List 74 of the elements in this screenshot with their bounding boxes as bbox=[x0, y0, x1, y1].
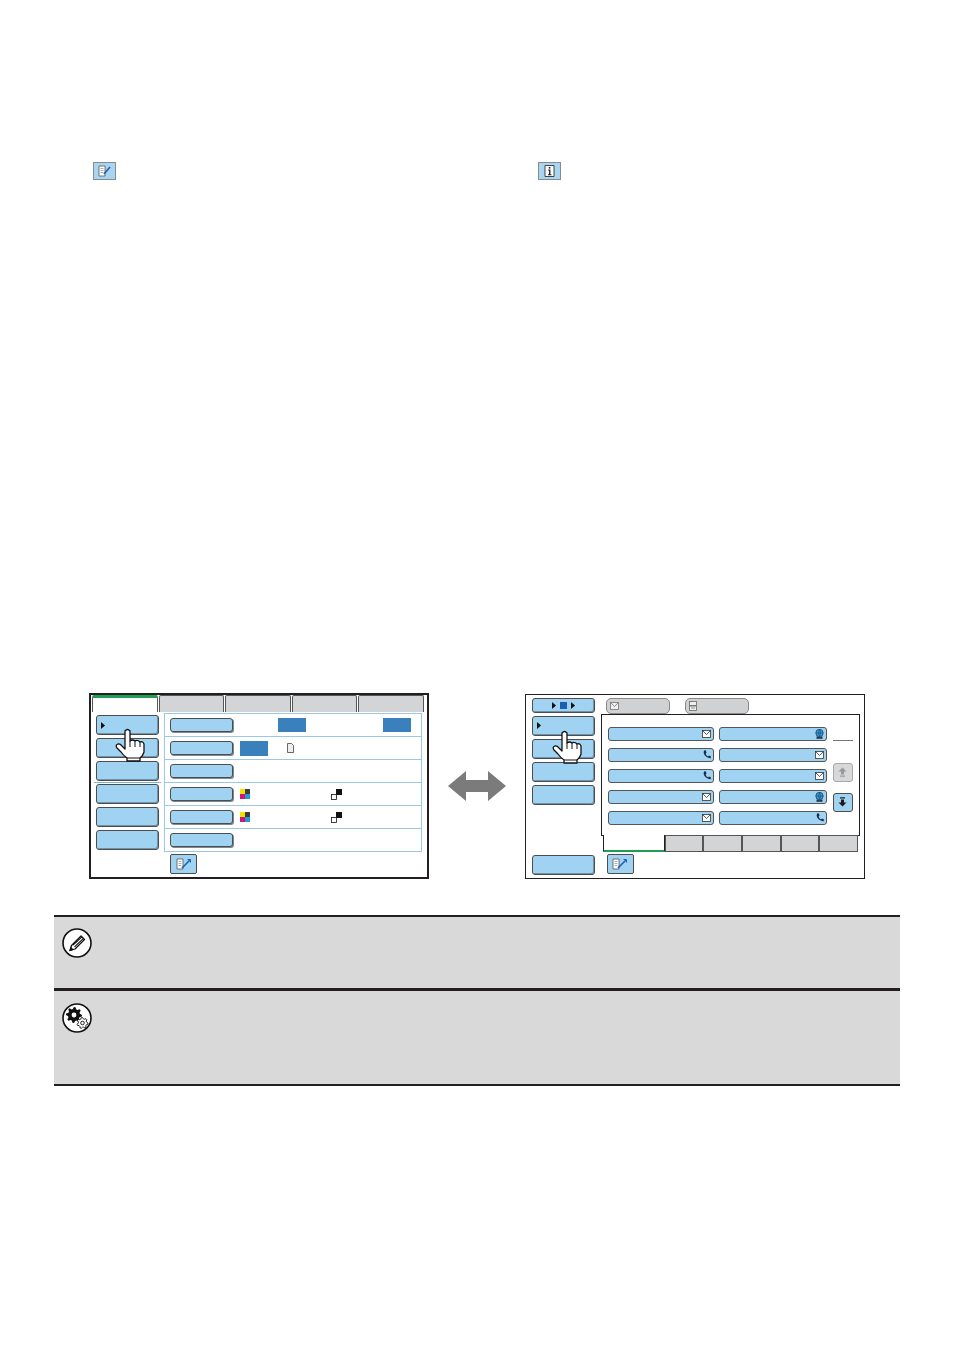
tab[interactable] bbox=[664, 834, 704, 852]
menu-button[interactable] bbox=[532, 761, 595, 782]
document-pen-icon bbox=[174, 857, 193, 871]
setting-button[interactable] bbox=[170, 810, 233, 824]
setting-button[interactable] bbox=[170, 741, 233, 755]
tab[interactable] bbox=[742, 834, 781, 852]
tab[interactable] bbox=[92, 695, 158, 712]
arrow-up-icon bbox=[838, 767, 848, 777]
mode-tab[interactable] bbox=[605, 697, 670, 714]
address-button[interactable] bbox=[718, 810, 827, 825]
address-button[interactable] bbox=[607, 789, 714, 804]
tab[interactable] bbox=[703, 834, 743, 852]
document-pen-button[interactable] bbox=[606, 853, 634, 874]
phone-icon bbox=[702, 771, 711, 780]
document-pen-icon bbox=[611, 856, 630, 871]
info-document-icon bbox=[538, 162, 561, 180]
phone-icon bbox=[702, 750, 711, 759]
menu-button[interactable] bbox=[96, 715, 159, 735]
value-display bbox=[278, 718, 306, 732]
mail-icon bbox=[701, 792, 711, 801]
mail-icon bbox=[701, 729, 711, 738]
square-icon bbox=[559, 701, 567, 709]
setting-button[interactable] bbox=[170, 833, 233, 847]
setting-button[interactable] bbox=[170, 764, 233, 778]
color-squares-icon bbox=[240, 812, 250, 822]
triangle-icon bbox=[101, 721, 105, 729]
document-pen-icon bbox=[93, 162, 116, 180]
mode-tab[interactable] bbox=[684, 697, 749, 714]
settings-icon bbox=[62, 1003, 92, 1033]
value-display bbox=[383, 718, 411, 732]
globe-icon bbox=[814, 728, 824, 739]
setting-button[interactable] bbox=[170, 718, 233, 732]
menu-button[interactable] bbox=[96, 830, 159, 850]
mail-icon bbox=[814, 750, 824, 759]
address-button[interactable] bbox=[718, 768, 827, 783]
mail-icon bbox=[701, 813, 711, 822]
menu-button[interactable] bbox=[96, 807, 159, 827]
triangle-icon bbox=[551, 701, 556, 709]
address-button[interactable] bbox=[607, 768, 714, 783]
triangle-icon bbox=[537, 722, 541, 729]
menu-button[interactable] bbox=[532, 784, 595, 805]
menu-button[interactable] bbox=[96, 784, 159, 804]
value-display bbox=[240, 740, 268, 756]
document-icon bbox=[287, 743, 294, 753]
address-button[interactable] bbox=[718, 747, 827, 762]
status-button[interactable] bbox=[532, 697, 595, 713]
arrow-down-icon bbox=[838, 797, 848, 807]
phone-icon bbox=[815, 813, 824, 822]
double-arrow-icon bbox=[448, 771, 506, 801]
triangle-icon bbox=[570, 701, 575, 709]
address-button[interactable] bbox=[718, 726, 827, 741]
address-button[interactable] bbox=[607, 726, 714, 741]
menu-button[interactable] bbox=[532, 715, 595, 736]
mail-icon bbox=[814, 771, 824, 780]
tab[interactable] bbox=[780, 834, 820, 852]
tab[interactable] bbox=[602, 834, 665, 852]
mail-icon bbox=[609, 701, 619, 710]
two-squares-icon bbox=[331, 811, 342, 823]
address-button[interactable] bbox=[718, 789, 827, 804]
scroll-down-button[interactable] bbox=[832, 792, 853, 812]
document-pen-button[interactable] bbox=[170, 854, 197, 874]
tab[interactable] bbox=[291, 695, 358, 712]
address-button[interactable] bbox=[607, 747, 714, 762]
address-button[interactable] bbox=[607, 810, 714, 825]
printer-icon bbox=[688, 700, 697, 711]
globe-icon bbox=[814, 791, 824, 802]
menu-button[interactable] bbox=[96, 761, 159, 781]
setting-button[interactable] bbox=[170, 787, 233, 801]
two-squares-icon bbox=[331, 788, 342, 800]
menu-button[interactable] bbox=[532, 854, 595, 875]
tab[interactable] bbox=[158, 695, 225, 712]
pencil-icon bbox=[62, 928, 92, 958]
tab[interactable] bbox=[819, 834, 858, 852]
color-squares-icon bbox=[240, 789, 250, 799]
